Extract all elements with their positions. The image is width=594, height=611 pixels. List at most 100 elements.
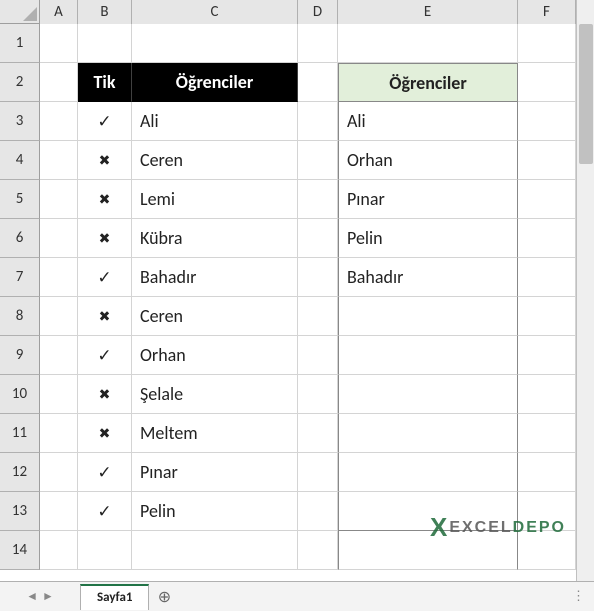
check-icon[interactable]: ✓: [78, 102, 132, 141]
sheet-tab-active[interactable]: Sayfa1: [80, 584, 149, 610]
cell[interactable]: [132, 24, 298, 63]
cell[interactable]: [338, 414, 518, 453]
cell[interactable]: [298, 258, 338, 297]
student-name-cell[interactable]: Şelale: [132, 375, 298, 414]
cell[interactable]: [338, 297, 518, 336]
row-header[interactable]: 1: [0, 24, 40, 63]
row-header[interactable]: 6: [0, 219, 40, 258]
row-header[interactable]: 12: [0, 453, 40, 492]
check-icon[interactable]: ✓: [78, 336, 132, 375]
row-header[interactable]: 3: [0, 102, 40, 141]
cell[interactable]: [40, 375, 78, 414]
cell[interactable]: [40, 414, 78, 453]
cell[interactable]: [40, 492, 78, 531]
cell[interactable]: [298, 297, 338, 336]
cell[interactable]: [518, 297, 576, 336]
student-name-cell[interactable]: Ali: [132, 102, 298, 141]
cell[interactable]: [40, 336, 78, 375]
cell[interactable]: [338, 375, 518, 414]
cell[interactable]: [518, 102, 576, 141]
col-header-F[interactable]: F: [518, 0, 576, 24]
student-name-cell[interactable]: Bahadır: [132, 258, 298, 297]
cell[interactable]: [518, 24, 576, 63]
cell[interactable]: [518, 141, 576, 180]
cell[interactable]: [40, 141, 78, 180]
tab-prev-icon[interactable]: ◄: [26, 589, 38, 604]
student-name-cell[interactable]: Orhan: [132, 336, 298, 375]
header-tik[interactable]: Tik: [78, 63, 132, 102]
student-name-cell[interactable]: Meltem: [132, 414, 298, 453]
tab-nav-arrows[interactable]: ◄ ►: [0, 589, 80, 604]
vertical-scrollbar[interactable]: [576, 0, 594, 581]
header-ogrenciler-right[interactable]: Öğrenciler: [338, 63, 518, 102]
cell[interactable]: [518, 414, 576, 453]
cross-icon[interactable]: ✖: [78, 297, 132, 336]
cell[interactable]: [40, 102, 78, 141]
row-header[interactable]: 13: [0, 492, 40, 531]
cross-icon[interactable]: ✖: [78, 219, 132, 258]
cross-icon[interactable]: ✖: [78, 375, 132, 414]
student-name-cell[interactable]: Lemi: [132, 180, 298, 219]
cell[interactable]: [40, 180, 78, 219]
cell[interactable]: [518, 180, 576, 219]
cell[interactable]: [298, 492, 338, 531]
check-icon[interactable]: ✓: [78, 258, 132, 297]
student-name-cell[interactable]: Pınar: [132, 453, 298, 492]
cell[interactable]: [518, 453, 576, 492]
filtered-student-cell[interactable]: Bahadır: [338, 258, 518, 297]
cell[interactable]: [40, 531, 78, 570]
filtered-student-cell[interactable]: Orhan: [338, 141, 518, 180]
student-name-cell[interactable]: Pelin: [132, 492, 298, 531]
row-header[interactable]: 11: [0, 414, 40, 453]
student-name-cell[interactable]: Kübra: [132, 219, 298, 258]
row-header[interactable]: 14: [0, 531, 40, 570]
cell[interactable]: [298, 141, 338, 180]
cell[interactable]: [298, 336, 338, 375]
cell[interactable]: [298, 531, 338, 570]
cell[interactable]: [338, 24, 518, 63]
row-header[interactable]: 4: [0, 141, 40, 180]
cell[interactable]: [40, 24, 78, 63]
row-header[interactable]: 2: [0, 63, 40, 102]
scrollbar-thumb[interactable]: [579, 24, 593, 164]
student-name-cell[interactable]: Ceren: [132, 141, 298, 180]
filtered-student-cell[interactable]: Ali: [338, 102, 518, 141]
cross-icon[interactable]: ✖: [78, 141, 132, 180]
cross-icon[interactable]: ✖: [78, 180, 132, 219]
row-header[interactable]: 9: [0, 336, 40, 375]
cell[interactable]: [518, 258, 576, 297]
col-header-B[interactable]: B: [78, 0, 132, 24]
cell[interactable]: [78, 24, 132, 63]
cell[interactable]: [298, 219, 338, 258]
row-header[interactable]: 10: [0, 375, 40, 414]
cell[interactable]: [518, 63, 576, 102]
cell[interactable]: [338, 336, 518, 375]
row-header[interactable]: 5: [0, 180, 40, 219]
student-name-cell[interactable]: Ceren: [132, 297, 298, 336]
cell[interactable]: [298, 63, 338, 102]
cell[interactable]: [40, 297, 78, 336]
cross-icon[interactable]: ✖: [78, 414, 132, 453]
cell[interactable]: [518, 219, 576, 258]
row-header[interactable]: 8: [0, 297, 40, 336]
col-header-E[interactable]: E: [338, 0, 518, 24]
cell[interactable]: [298, 375, 338, 414]
col-header-D[interactable]: D: [298, 0, 338, 24]
tab-next-icon[interactable]: ►: [42, 589, 54, 604]
cell[interactable]: [40, 63, 78, 102]
col-header-A[interactable]: A: [40, 0, 78, 24]
cell[interactable]: [298, 180, 338, 219]
tab-overflow-icon[interactable]: ⋮: [572, 589, 586, 604]
cell[interactable]: [298, 414, 338, 453]
check-icon[interactable]: ✓: [78, 453, 132, 492]
cell[interactable]: [298, 453, 338, 492]
cell[interactable]: [40, 219, 78, 258]
cell[interactable]: [132, 531, 298, 570]
filtered-student-cell[interactable]: Pınar: [338, 180, 518, 219]
cell[interactable]: [40, 453, 78, 492]
cell[interactable]: [40, 258, 78, 297]
cell[interactable]: [518, 336, 576, 375]
cell[interactable]: [298, 102, 338, 141]
filtered-student-cell[interactable]: Pelin: [338, 219, 518, 258]
cell[interactable]: [518, 375, 576, 414]
